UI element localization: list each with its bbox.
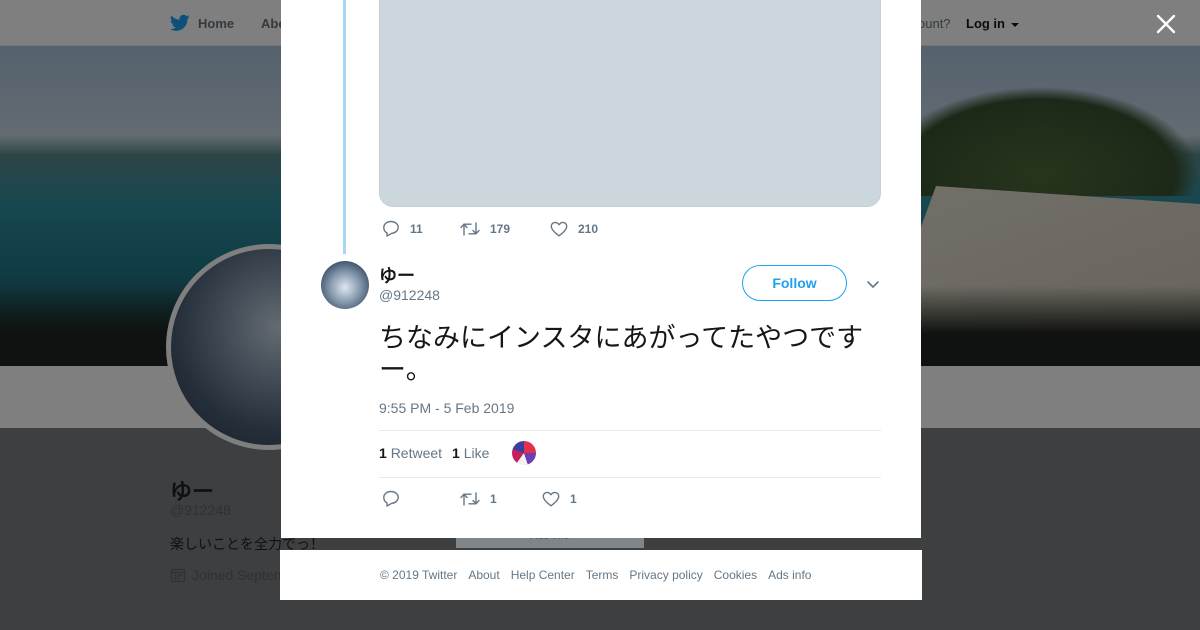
footer-link-terms[interactable]: Terms	[586, 568, 619, 582]
reply-icon	[383, 490, 399, 507]
liker-avatar[interactable]	[512, 441, 536, 465]
tweet-text: ちなみにインスタにあがってたやつですー。	[379, 323, 864, 385]
previous-tweet-media[interactable]	[379, 0, 881, 207]
heart-icon	[542, 491, 560, 506]
like-stat-count: 1	[452, 445, 460, 461]
reply-count: 11	[410, 221, 423, 236]
like-stat-label: Like	[463, 445, 490, 461]
retweet-count: 1	[490, 491, 497, 506]
divider	[379, 430, 881, 431]
tweet-stats: 1 Retweet 1 Like	[379, 445, 489, 461]
footer-link-cookies[interactable]: Cookies	[714, 568, 757, 582]
retweet-icon	[460, 221, 480, 236]
like-count: 210	[578, 221, 599, 236]
footer-link-about[interactable]: About	[468, 568, 499, 582]
chevron-down-icon[interactable]	[865, 276, 881, 292]
like-stat[interactable]: 1 Like	[452, 445, 489, 461]
profile-handle: @912248	[170, 502, 231, 518]
retweet-stat-count: 1	[379, 445, 387, 461]
retweet-count: 179	[490, 221, 511, 236]
profile-joined: Joined Septem	[170, 567, 285, 583]
reply-icon	[383, 220, 399, 237]
retweet-stat[interactable]: 1 Retweet	[379, 445, 442, 461]
tweet-timestamp[interactable]: 9:55 PM - 5 Feb 2019	[379, 400, 514, 416]
footer-link-help-center[interactable]: Help Center	[511, 568, 575, 582]
heart-icon	[550, 221, 568, 236]
footer-link-privacy[interactable]: Privacy policy	[629, 568, 702, 582]
tweet-permalink-modal: 11 179 210 ゆー @912248 Follow ちなみにインスタにあが…	[281, 0, 921, 538]
follow-button[interactable]: Follow	[742, 265, 847, 301]
tweet-author-handle[interactable]: @912248	[379, 287, 440, 303]
retweet-button[interactable]: 1	[460, 491, 542, 507]
retweet-button[interactable]: 179	[460, 221, 550, 237]
tweet-author-name[interactable]: ゆー	[379, 262, 415, 288]
footer-copyright: © 2019 Twitter	[380, 568, 458, 582]
previous-tweet-actions: 11 179 210	[382, 220, 598, 237]
tweet-actions: 1 1	[382, 490, 577, 507]
like-count: 1	[570, 491, 577, 506]
reply-button[interactable]: 11	[382, 220, 460, 237]
retweet-icon	[460, 491, 480, 506]
modal-footer: © 2019 Twitter About Help Center Terms P…	[280, 550, 922, 600]
conversation-thread-line	[343, 0, 346, 254]
footer-link-ads-info[interactable]: Ads info	[768, 568, 811, 582]
tweet-author-avatar[interactable]	[321, 261, 369, 309]
like-button[interactable]: 210	[550, 221, 598, 237]
divider	[379, 477, 881, 478]
reply-button[interactable]	[382, 490, 460, 507]
close-icon[interactable]	[1152, 10, 1180, 38]
calendar-icon	[170, 568, 186, 583]
retweet-stat-label: Retweet	[390, 445, 443, 461]
like-button[interactable]: 1	[542, 491, 577, 507]
profile-joined-label: Joined Septem	[192, 567, 286, 583]
